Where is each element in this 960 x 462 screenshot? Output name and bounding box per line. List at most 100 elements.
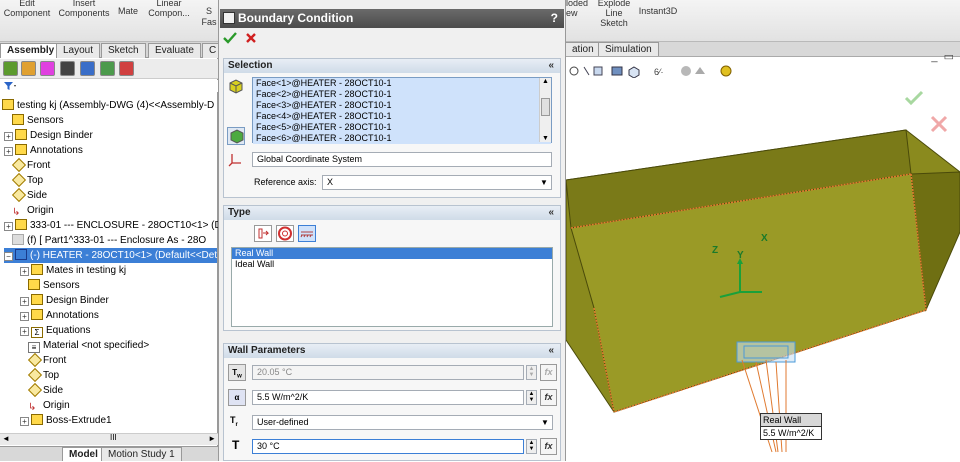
display-manager-icon[interactable] (80, 61, 95, 76)
expand-icon[interactable]: + (4, 132, 13, 141)
tree-item[interactable]: + Mates in testing kj (20, 263, 126, 278)
temperature-field[interactable]: 30 °C (252, 439, 524, 454)
temperature-fx-button[interactable]: fx (540, 438, 557, 455)
wall-temperature-spinner[interactable]: ▲ ▼ (526, 365, 537, 380)
face-list-item[interactable]: Face<5>@HEATER - 28OCT10-1 (253, 122, 551, 133)
tree-item[interactable]: ↳ Origin (28, 398, 70, 413)
tab-simulation-partial[interactable]: ation (566, 42, 601, 56)
heads-up-view-toolbar[interactable]: 6⁄· (568, 64, 778, 79)
coordinate-system-field[interactable]: Global Coordinate System (252, 152, 552, 167)
wall-parameters-header[interactable]: Wall Parameters « (224, 344, 560, 358)
type-option-real-wall[interactable]: Real Wall (232, 248, 552, 259)
expand-icon[interactable]: + (4, 222, 13, 231)
reference-axis-select[interactable]: X ▼ (322, 175, 552, 190)
tree-item[interactable]: +333-01 --- ENCLOSURE - 28OCT10<1> (D (4, 218, 222, 233)
feature-manager-icon[interactable] (3, 61, 18, 76)
reference-temperature-select[interactable]: User-defined ▼ (252, 415, 553, 430)
faces-list[interactable]: Face<1>@HEATER - 28OCT10-1 Face<2>@HEATER… (252, 77, 552, 144)
filter-faces-icon[interactable] (227, 127, 245, 145)
temperature-spinner[interactable]: ▲ ▼ (526, 439, 537, 454)
enclosure-model[interactable] (566, 102, 960, 461)
instant3d-button[interactable]: Instant3D (638, 6, 678, 16)
tree-item[interactable]: + Σ Equations (20, 323, 90, 338)
tab-simulation[interactable]: Simulation (598, 42, 659, 56)
tree-item[interactable]: Top (12, 173, 43, 188)
tree-item[interactable]: ≡ Material <not specified> (28, 338, 149, 353)
scroll-thumb[interactable]: III (110, 433, 117, 442)
scroll-left-icon[interactable]: ◄ (2, 434, 10, 443)
lifebuoy-icon[interactable] (276, 225, 294, 242)
tree-item[interactable]: Side (12, 188, 47, 203)
tree-item[interactable]: + Annotations (4, 143, 83, 158)
face-list-item[interactable]: Face<6>@HEATER - 28OCT10-1 (253, 133, 551, 144)
render-icon[interactable] (119, 61, 134, 76)
collapse-icon[interactable]: « (548, 206, 554, 220)
ok-button[interactable] (223, 32, 237, 47)
tab-sketch[interactable]: Sketch (101, 43, 146, 58)
tree-item[interactable]: + Design Binder (4, 128, 93, 143)
expand-icon[interactable]: + (20, 267, 29, 276)
tree-item[interactable]: Top (28, 368, 59, 383)
tree-item[interactable]: (f) [ Part1^333-01 --- Enclosure As - 28… (12, 233, 206, 248)
exploded-view-button[interactable]: loded ew (566, 0, 592, 18)
wall-temperature-field[interactable]: 20.05 °C (252, 365, 524, 380)
property-manager-icon[interactable] (21, 61, 36, 76)
tree-item[interactable]: Front (28, 353, 66, 368)
cancel-button[interactable] (245, 32, 257, 47)
type-list[interactable]: Real Wall Ideal Wall (231, 247, 553, 327)
dimxpert-icon[interactable] (60, 61, 75, 76)
tree-item[interactable]: + Boss-Extrude1 (20, 413, 112, 428)
configuration-manager-icon[interactable] (40, 61, 55, 76)
expand-icon[interactable]: − (4, 252, 13, 261)
face-list-item[interactable]: Face<4>@HEATER - 28OCT10-1 (253, 111, 551, 122)
tab-motion-study-1[interactable]: Motion Study 1 (101, 447, 182, 461)
face-list-item[interactable]: Face<1>@HEATER - 28OCT10-1 (253, 78, 551, 89)
wall-type-icon[interactable] (254, 225, 272, 242)
heat-transfer-coefficient-fx-button[interactable]: fx (540, 389, 557, 406)
graphics-viewport[interactable]: ation Simulation 6⁄· _ ▭ X Z Y Real Wall… (566, 42, 960, 461)
real-wall-icon[interactable] (298, 225, 316, 242)
tree-item[interactable]: Sensors (12, 113, 64, 128)
expand-icon[interactable]: + (20, 327, 29, 336)
collapse-icon[interactable]: « (548, 59, 554, 73)
type-option-ideal-wall[interactable]: Ideal Wall (232, 259, 552, 270)
chevron-down-icon[interactable]: ▼ (539, 417, 551, 428)
insert-components-button[interactable]: Insert Components (56, 0, 112, 18)
tab-assembly[interactable]: Assembly (0, 43, 62, 58)
viewport-window-controls[interactable]: _ ▭ (931, 50, 954, 63)
expand-icon[interactable]: + (4, 147, 13, 156)
expand-icon[interactable]: + (20, 297, 29, 306)
tree-item[interactable]: − (-) HEATER - 28OCT10<1> (Default<<Det (4, 248, 218, 263)
tree-item[interactable]: + Design Binder (20, 293, 109, 308)
wall-temperature-fx-button[interactable]: fx (540, 364, 557, 381)
explode-line-sketch-button[interactable]: Explode Line Sketch (596, 0, 632, 28)
tree-item[interactable]: Front (12, 158, 50, 173)
face-list-item[interactable]: Face<3>@HEATER - 28OCT10-1 (253, 100, 551, 111)
ribbon-s-button[interactable]: S (204, 6, 214, 16)
linear-component-pattern-button[interactable]: Linear Compon... (144, 0, 194, 18)
tab-model[interactable]: Model (62, 447, 105, 461)
heat-transfer-coefficient-spinner[interactable]: ▲ ▼ (526, 390, 537, 405)
type-header[interactable]: Type « (224, 206, 560, 220)
real-wall-callout[interactable]: Real Wall 5.5 W/m^2/K (760, 413, 822, 440)
ribbon-fas-button[interactable]: Fas (200, 17, 218, 27)
chevron-down-icon[interactable]: ▼ (538, 177, 550, 188)
mate-button[interactable]: Mate (116, 6, 140, 16)
tree-root-item[interactable]: testing kj (Assembly-DWG (4)<<Assembly-D (2, 98, 214, 113)
edit-component-button[interactable]: Edit Component (2, 0, 52, 18)
faces-list-scrollbar[interactable]: ▲ ▼ (539, 78, 551, 142)
selection-header[interactable]: Selection « (224, 59, 560, 73)
help-icon[interactable]: ? (551, 9, 558, 28)
tree-item[interactable]: Sensors (28, 278, 80, 293)
tree-item[interactable]: Side (28, 383, 63, 398)
heat-transfer-coefficient-field[interactable]: 5.5 W/m^2/K (252, 390, 524, 405)
filter-icon[interactable] (0, 80, 218, 92)
face-list-item[interactable]: Face<2>@HEATER - 28OCT10-1 (253, 89, 551, 100)
tree-horizontal-scrollbar[interactable]: ◄ III ► (0, 433, 218, 445)
flow-analysis-icon[interactable] (100, 61, 115, 76)
expand-icon[interactable]: + (20, 417, 29, 426)
scroll-right-icon[interactable]: ► (208, 434, 216, 443)
tab-layout[interactable]: Layout (56, 43, 101, 58)
tab-evaluate[interactable]: Evaluate (148, 43, 201, 58)
tree-item[interactable]: + Annotations (20, 308, 99, 323)
